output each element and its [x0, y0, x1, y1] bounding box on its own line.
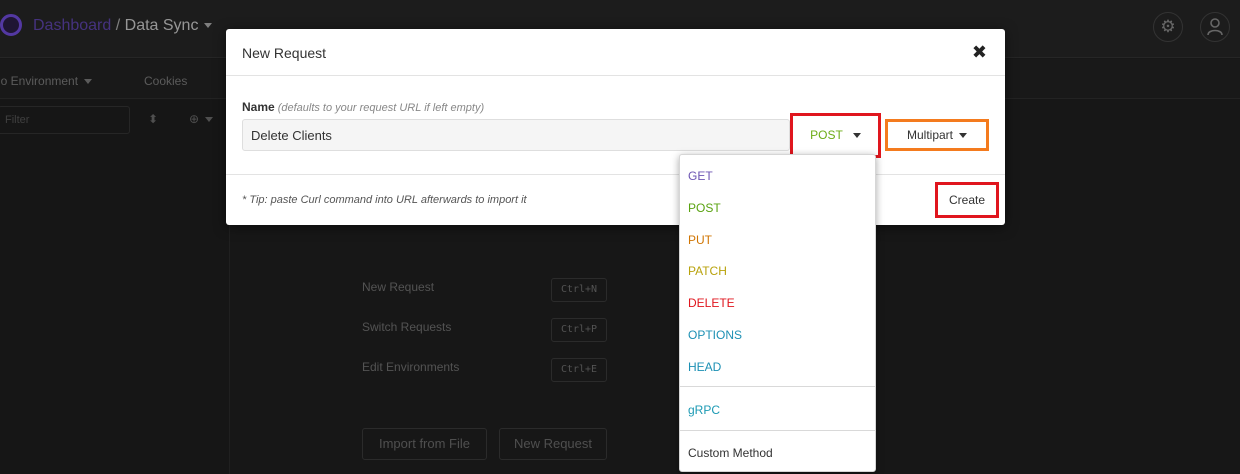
divider: [226, 174, 1005, 175]
method-option-grpc[interactable]: gRPC: [688, 403, 720, 417]
chevron-down-icon: [852, 133, 861, 139]
method-option-custom[interactable]: Custom Method: [688, 446, 773, 460]
chevron-down-icon: [959, 133, 967, 139]
dropdown-divider: [680, 386, 875, 387]
create-button[interactable]: Create: [935, 182, 999, 218]
method-dropdown: GET POST PUT PATCH DELETE OPTIONS HEAD g…: [679, 154, 876, 472]
name-hint: (defaults to your request URL if left em…: [277, 102, 485, 114]
method-option-options[interactable]: OPTIONS: [688, 328, 742, 342]
method-option-head[interactable]: HEAD: [688, 360, 721, 374]
dropdown-divider: [680, 430, 875, 431]
close-icon[interactable]: ✖: [972, 42, 987, 63]
new-request-modal: New Request ✖ Name (defaults to your requ…: [226, 29, 1005, 225]
name-field-label: Name (defaults to your request URL if lef…: [242, 100, 484, 114]
name-label: Name: [242, 100, 275, 114]
body-type-label: Multipart: [906, 128, 953, 142]
method-option-patch[interactable]: PATCH: [688, 264, 727, 278]
method-option-get[interactable]: GET: [688, 169, 713, 183]
modal-title: New Request: [242, 45, 327, 61]
modal-header: New Request ✖: [226, 29, 1005, 76]
method-option-delete[interactable]: DELETE: [688, 296, 735, 310]
method-option-post[interactable]: POST: [688, 201, 721, 215]
body-type-button[interactable]: Multipart: [885, 119, 989, 151]
method-option-put[interactable]: PUT: [688, 233, 712, 247]
method-label: POST: [810, 128, 843, 142]
method-select-button[interactable]: POST: [790, 113, 881, 158]
tip-text: * Tip: paste Curl command into URL after…: [242, 194, 527, 206]
request-name-input[interactable]: [242, 119, 790, 151]
